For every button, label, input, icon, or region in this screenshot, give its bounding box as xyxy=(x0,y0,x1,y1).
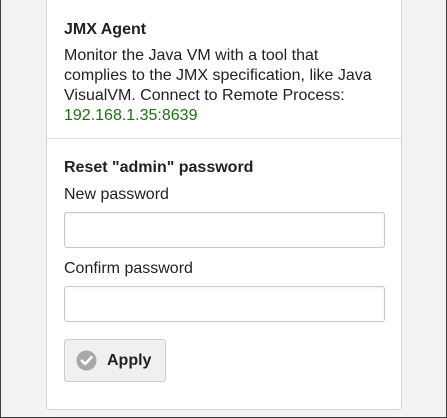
jmx-agent-section: JMX Agent Monitor the Java VM with a too… xyxy=(47,1,401,139)
confirm-password-input[interactable] xyxy=(64,286,385,322)
apply-button-label: Apply xyxy=(107,351,152,369)
jmx-agent-title: JMX Agent xyxy=(64,21,147,38)
check-circle-icon xyxy=(76,350,97,371)
new-password-input[interactable] xyxy=(64,212,385,248)
confirm-password-label: Confirm password xyxy=(64,260,193,277)
jmx-agent-address: 192.168.1.35:8639 xyxy=(64,107,198,124)
settings-panel: JMX Agent Monitor the Java VM with a too… xyxy=(46,0,402,410)
reset-password-title: Reset "admin" password xyxy=(64,159,254,176)
jmx-agent-description-text: Monitor the Java VM with a tool that com… xyxy=(64,47,372,104)
new-password-label: New password xyxy=(64,186,169,203)
apply-button[interactable]: Apply xyxy=(64,339,166,382)
jmx-agent-description: Monitor the Java VM with a tool that com… xyxy=(64,46,384,126)
